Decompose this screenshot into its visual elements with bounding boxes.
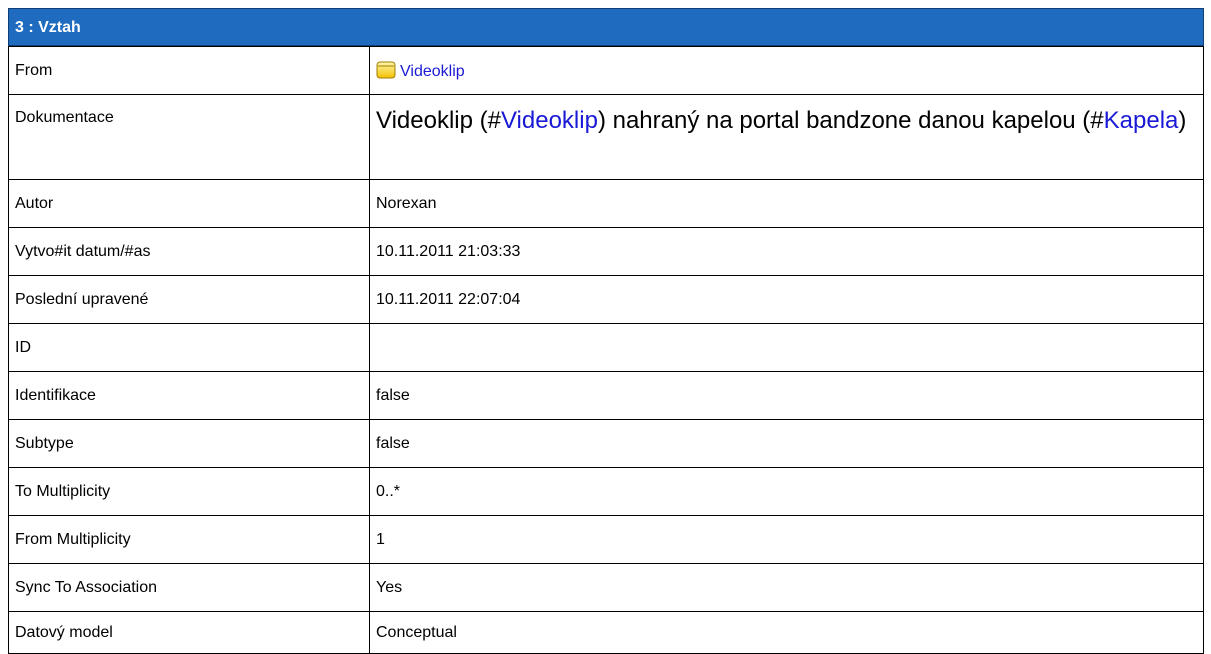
from-value-cell: Videoklip [369,46,1204,95]
table-row-sync: Sync To Association Yes [8,563,1204,612]
datovy-model-value: Conceptual [369,611,1204,654]
doc-text-1: Videoklip (# [376,107,501,134]
id-label: ID [8,323,370,372]
entity-icon [376,61,396,79]
sync-value: Yes [369,563,1204,612]
subtype-label: Subtype [8,419,370,468]
created-value: 10.11.2011 21:03:33 [369,227,1204,276]
created-label: Vytvo#it datum/#as [8,227,370,276]
doc-text-3: ) [1178,107,1187,134]
table-row-created: Vytvo#it datum/#as 10.11.2011 21:03:33 [8,227,1204,276]
modified-value: 10.11.2011 22:07:04 [369,275,1204,324]
from-label: From [8,46,370,95]
relationship-sheet: 3 : Vztah From Videoklip Dokumentace Vid… [8,8,1204,654]
table-row-from: From Videoklip [8,46,1204,95]
doc-text-2: ) nahraný na portal bandzone danou kapel… [597,107,1104,134]
from-entity-link[interactable]: Videoklip [400,63,465,80]
to-multiplicity-label: To Multiplicity [8,467,370,516]
from-multiplicity-value: 1 [369,515,1204,564]
table-row-documentation: Dokumentace Videoklip (#Videoklip) nahra… [8,94,1204,180]
section-header: 3 : Vztah [8,8,1204,46]
table-row-from-multiplicity: From Multiplicity 1 [8,515,1204,564]
table-row-subtype: Subtype false [8,419,1204,468]
autor-label: Autor [8,179,370,228]
documentation-value: Videoklip (#Videoklip) nahraný na portal… [369,94,1204,180]
datovy-model-label: Datový model [8,611,370,654]
properties-table: From Videoklip Dokumentace Videoklip (#V… [8,46,1204,654]
section-title: 3 : Vztah [15,19,81,36]
autor-value: Norexan [369,179,1204,228]
doc-link-videoklip[interactable]: Videoklip [501,107,598,134]
table-row-id: ID [8,323,1204,372]
modified-label: Poslední upravené [8,275,370,324]
doc-link-kapela[interactable]: Kapela [1104,107,1179,134]
documentation-label: Dokumentace [8,94,370,180]
id-value [369,323,1204,372]
table-row-datovy-model: Datový model Conceptual [8,611,1204,654]
subtype-value: false [369,419,1204,468]
table-row-modified: Poslední upravené 10.11.2011 22:07:04 [8,275,1204,324]
table-row-autor: Autor Norexan [8,179,1204,228]
identifikace-label: Identifikace [8,371,370,420]
identifikace-value: false [369,371,1204,420]
to-multiplicity-value: 0..* [369,467,1204,516]
table-row-identifikace: Identifikace false [8,371,1204,420]
sync-label: Sync To Association [8,563,370,612]
from-multiplicity-label: From Multiplicity [8,515,370,564]
table-row-to-multiplicity: To Multiplicity 0..* [8,467,1204,516]
